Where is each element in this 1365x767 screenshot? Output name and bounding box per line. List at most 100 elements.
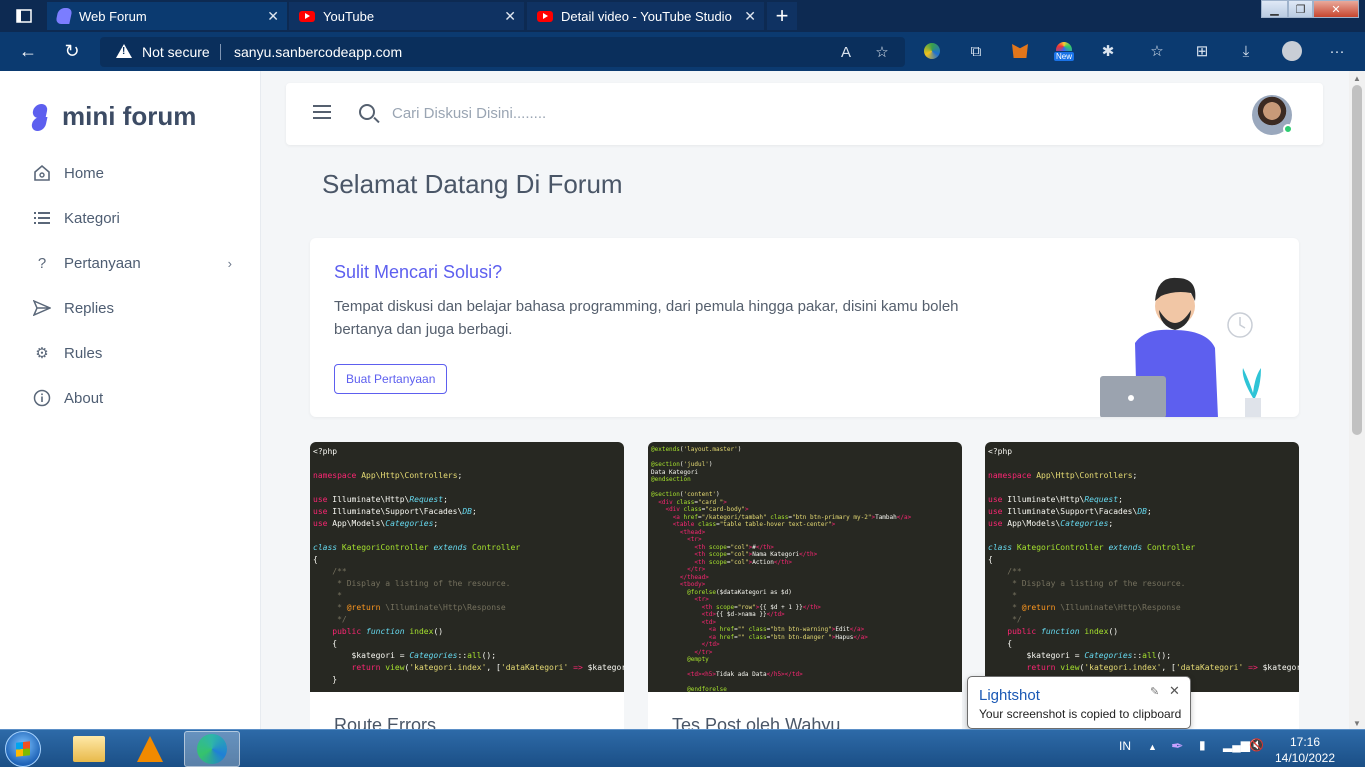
- tab-youtube-studio[interactable]: Detail video - YouTube Studio ✕: [527, 2, 764, 30]
- network-signal-icon[interactable]: ▂▄▆: [1223, 738, 1250, 752]
- back-icon[interactable]: ←: [15, 38, 41, 64]
- notification-message: Your screenshot is copied to clipboard: [979, 707, 1182, 721]
- sidebar-item-rules[interactable]: ⚙ Rules: [32, 338, 242, 368]
- top-header: [286, 83, 1323, 145]
- more-options-icon[interactable]: ···: [1326, 40, 1348, 62]
- metamask-icon[interactable]: [1009, 40, 1031, 62]
- restore-button[interactable]: ❐: [1288, 0, 1313, 18]
- file-explorer-taskbar-button[interactable]: [61, 731, 117, 767]
- collections-icon[interactable]: ⊞: [1191, 40, 1213, 62]
- search-input[interactable]: [392, 101, 792, 125]
- close-icon[interactable]: ✕: [1169, 683, 1180, 699]
- chevron-right-icon: ›: [227, 255, 232, 271]
- youtube-icon: [537, 10, 553, 22]
- profile-icon[interactable]: [1281, 40, 1303, 62]
- url-text: sanyu.sanbercodeapp.com: [234, 44, 403, 60]
- search-icon[interactable]: [359, 104, 375, 120]
- tab-title: Detail video - YouTube Studio: [561, 8, 732, 24]
- user-avatar[interactable]: [1252, 95, 1293, 135]
- sidebar-item-pertanyaan[interactable]: ? Pertanyaan ›: [32, 248, 242, 278]
- minimize-button[interactable]: ▁: [1261, 0, 1288, 18]
- brand-logo[interactable]: mini forum: [30, 101, 196, 132]
- new-extension-icon[interactable]: New: [1053, 40, 1075, 62]
- vlc-icon: [137, 736, 163, 762]
- question-icon: ?: [37, 254, 47, 272]
- home-icon: [32, 163, 52, 183]
- hamburger-menu-icon[interactable]: [313, 105, 331, 119]
- welcome-heading: Sulit Mencari Solusi?: [334, 262, 503, 282]
- sidebar-item-label: Replies: [64, 299, 115, 317]
- tab-youtube[interactable]: YouTube ✕: [289, 2, 524, 30]
- new-badge: New: [1053, 51, 1074, 61]
- youtube-icon: [299, 10, 315, 22]
- security-label: Not secure: [142, 44, 210, 60]
- divider: [220, 44, 221, 60]
- sidebar: mini forum Home Kategori ? Pertanyaan › …: [0, 71, 261, 731]
- close-icon[interactable]: ✕: [744, 8, 756, 25]
- notification-title: Lightshot: [979, 687, 1040, 704]
- sidebar-item-replies[interactable]: Replies: [32, 293, 242, 323]
- scroll-down-arrow-icon[interactable]: ▼: [1353, 719, 1361, 728]
- warning-icon: [116, 44, 132, 58]
- info-icon: [32, 388, 52, 408]
- page-title: Selamat Datang Di Forum: [322, 169, 623, 199]
- edge-taskbar-button[interactable]: [184, 731, 240, 767]
- forum-logo-icon: [30, 102, 52, 132]
- sidebar-item-label: Pertanyaan: [64, 254, 141, 272]
- scrollbar-thumb[interactable]: [1352, 85, 1362, 435]
- sidebar-item-label: Rules: [64, 344, 103, 362]
- windows-taskbar: IN ▲ ✒ ▮ ▂▄▆ 🔇 17:16 14/10/2022: [0, 729, 1365, 767]
- sidebar-item-home[interactable]: Home: [32, 158, 242, 188]
- read-aloud-icon[interactable]: A: [835, 41, 857, 63]
- page-scrollbar[interactable]: ▲ ▼: [1349, 71, 1365, 731]
- downloads-icon[interactable]: ⤓: [1235, 40, 1257, 62]
- browser-tab-bar: Web Forum ✕ YouTube ✕ Detail video - You…: [0, 0, 1365, 32]
- close-icon[interactable]: ✕: [504, 8, 516, 25]
- url-box[interactable]: Not secure sanyu.sanbercodeapp.com A ☆: [100, 37, 905, 67]
- extension-copy-icon[interactable]: ⧉: [965, 40, 987, 62]
- welcome-card: Sulit Mencari Solusi? Tempat diskusi dan…: [310, 238, 1299, 417]
- edge-icon: [197, 734, 227, 764]
- sidebar-item-label: Kategori: [64, 209, 120, 227]
- sidebar-item-label: About: [64, 389, 104, 407]
- start-button[interactable]: [5, 731, 41, 767]
- show-hidden-icons-icon[interactable]: ▲: [1148, 742, 1157, 752]
- pin-icon[interactable]: ✎: [1150, 685, 1159, 698]
- brand-name: mini forum: [62, 101, 197, 131]
- tab-title: Web Forum: [79, 8, 147, 24]
- tab-title: YouTube: [323, 8, 375, 24]
- clock-time: 17:16: [1289, 735, 1321, 749]
- send-icon: [32, 298, 52, 318]
- add-favorite-icon[interactable]: ☆: [871, 41, 893, 63]
- battery-icon[interactable]: ▮: [1199, 738, 1206, 752]
- list-icon: [32, 208, 52, 228]
- new-tab-button[interactable]: +: [767, 2, 797, 30]
- browser-address-bar: ← ↻ Not secure sanyu.sanbercodeapp.com A…: [0, 32, 1365, 71]
- system-clock[interactable]: 17:16 14/10/2022: [1270, 734, 1340, 766]
- code-screenshot-image: @extends('layout.master') @section('judu…: [648, 442, 962, 692]
- post-card[interactable]: <?php namespace App\Http\Controllers; us…: [310, 442, 624, 742]
- welcome-text: Tempat diskusi dan belajar bahasa progra…: [334, 298, 959, 338]
- code-screenshot-image: <?php namespace App\Http\Controllers; us…: [310, 442, 624, 692]
- volume-muted-icon[interactable]: 🔇: [1249, 738, 1264, 752]
- extensions-puzzle-icon[interactable]: ✱: [1097, 40, 1119, 62]
- lightshot-notification[interactable]: Lightshot ✎ ✕ Your screenshot is copied …: [967, 676, 1191, 729]
- vlc-taskbar-button[interactable]: [122, 731, 178, 767]
- extension-globe-icon[interactable]: [921, 40, 943, 62]
- person-laptop-illustration: [1100, 277, 1261, 417]
- refresh-icon[interactable]: ↻: [59, 38, 85, 64]
- forum-logo-icon: [55, 8, 73, 24]
- tab-web-forum[interactable]: Web Forum ✕: [47, 2, 287, 30]
- lightshot-tray-icon[interactable]: ✒: [1171, 737, 1184, 755]
- create-question-button[interactable]: Buat Pertanyaan: [334, 364, 448, 394]
- tab-actions-icon[interactable]: [12, 0, 36, 32]
- sidebar-item-about[interactable]: About: [32, 383, 242, 413]
- close-icon[interactable]: ✕: [267, 8, 279, 25]
- sidebar-item-label: Home: [64, 164, 105, 182]
- input-language[interactable]: IN: [1119, 739, 1131, 753]
- sidebar-item-kategori[interactable]: Kategori: [32, 203, 242, 233]
- post-card[interactable]: @extends('layout.master') @section('judu…: [648, 442, 962, 742]
- close-window-button[interactable]: ✕: [1313, 0, 1359, 18]
- scroll-up-arrow-icon[interactable]: ▲: [1353, 74, 1361, 83]
- favorites-icon[interactable]: ☆: [1146, 40, 1168, 62]
